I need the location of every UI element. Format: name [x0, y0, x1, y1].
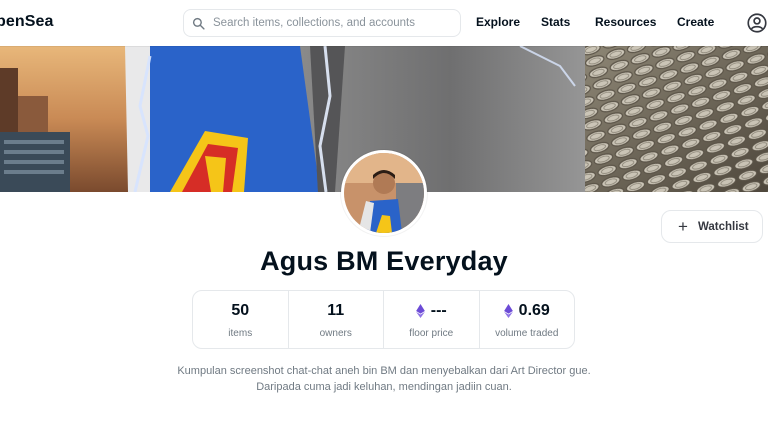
- stat-floor-price-value-row: ---: [415, 301, 447, 321]
- nav-explore[interactable]: Explore: [476, 15, 520, 29]
- opensea-logo[interactable]: penSea: [0, 13, 54, 31]
- top-navigation-bar: penSea Explore Stats Resources Create: [0, 0, 768, 46]
- ethereum-icon: [503, 303, 513, 318]
- stat-owners-label: owners: [319, 327, 352, 339]
- watchlist-button[interactable]: + Watchlist: [661, 210, 763, 243]
- collection-stats: 50 items 11 owners --- floor price 0.69 …: [192, 290, 575, 349]
- stat-items-value: 50: [231, 301, 250, 319]
- stat-floor-price-label: floor price: [409, 327, 454, 339]
- ethereum-icon: [415, 303, 425, 318]
- stat-items-label: items: [228, 327, 253, 339]
- stat-volume-value: 0.69: [518, 301, 550, 319]
- collection-title: Agus BM Everyday: [260, 246, 508, 276]
- description-line-2: Daripada cuma jadi keluhan, mendingan ja…: [256, 381, 512, 393]
- stat-volume-traded[interactable]: 0.69 volume traded: [480, 291, 575, 348]
- search-input[interactable]: [211, 16, 455, 30]
- search-bar[interactable]: [183, 9, 461, 37]
- collection-description: Kumpulan screenshot chat-chat aneh bin B…: [0, 363, 768, 395]
- nav-stats[interactable]: Stats: [541, 15, 570, 29]
- nav-resources[interactable]: Resources: [595, 15, 656, 29]
- stat-volume-value-row: 0.69: [503, 301, 550, 321]
- plus-icon: +: [678, 217, 688, 236]
- nav-create[interactable]: Create: [677, 15, 714, 29]
- description-line-1: Kumpulan screenshot chat-chat aneh bin B…: [177, 365, 591, 377]
- search-icon: [192, 17, 205, 30]
- stat-owners[interactable]: 11 owners: [289, 291, 384, 348]
- stat-owners-value: 11: [327, 301, 345, 319]
- stat-volume-label: volume traded: [495, 327, 559, 339]
- collection-avatar: [341, 150, 427, 236]
- watchlist-label: Watchlist: [697, 220, 749, 233]
- account-icon[interactable]: [747, 13, 767, 33]
- stat-floor-price-value: ---: [430, 301, 447, 319]
- stat-floor-price[interactable]: --- floor price: [384, 291, 480, 348]
- stat-items[interactable]: 50 items: [193, 291, 289, 348]
